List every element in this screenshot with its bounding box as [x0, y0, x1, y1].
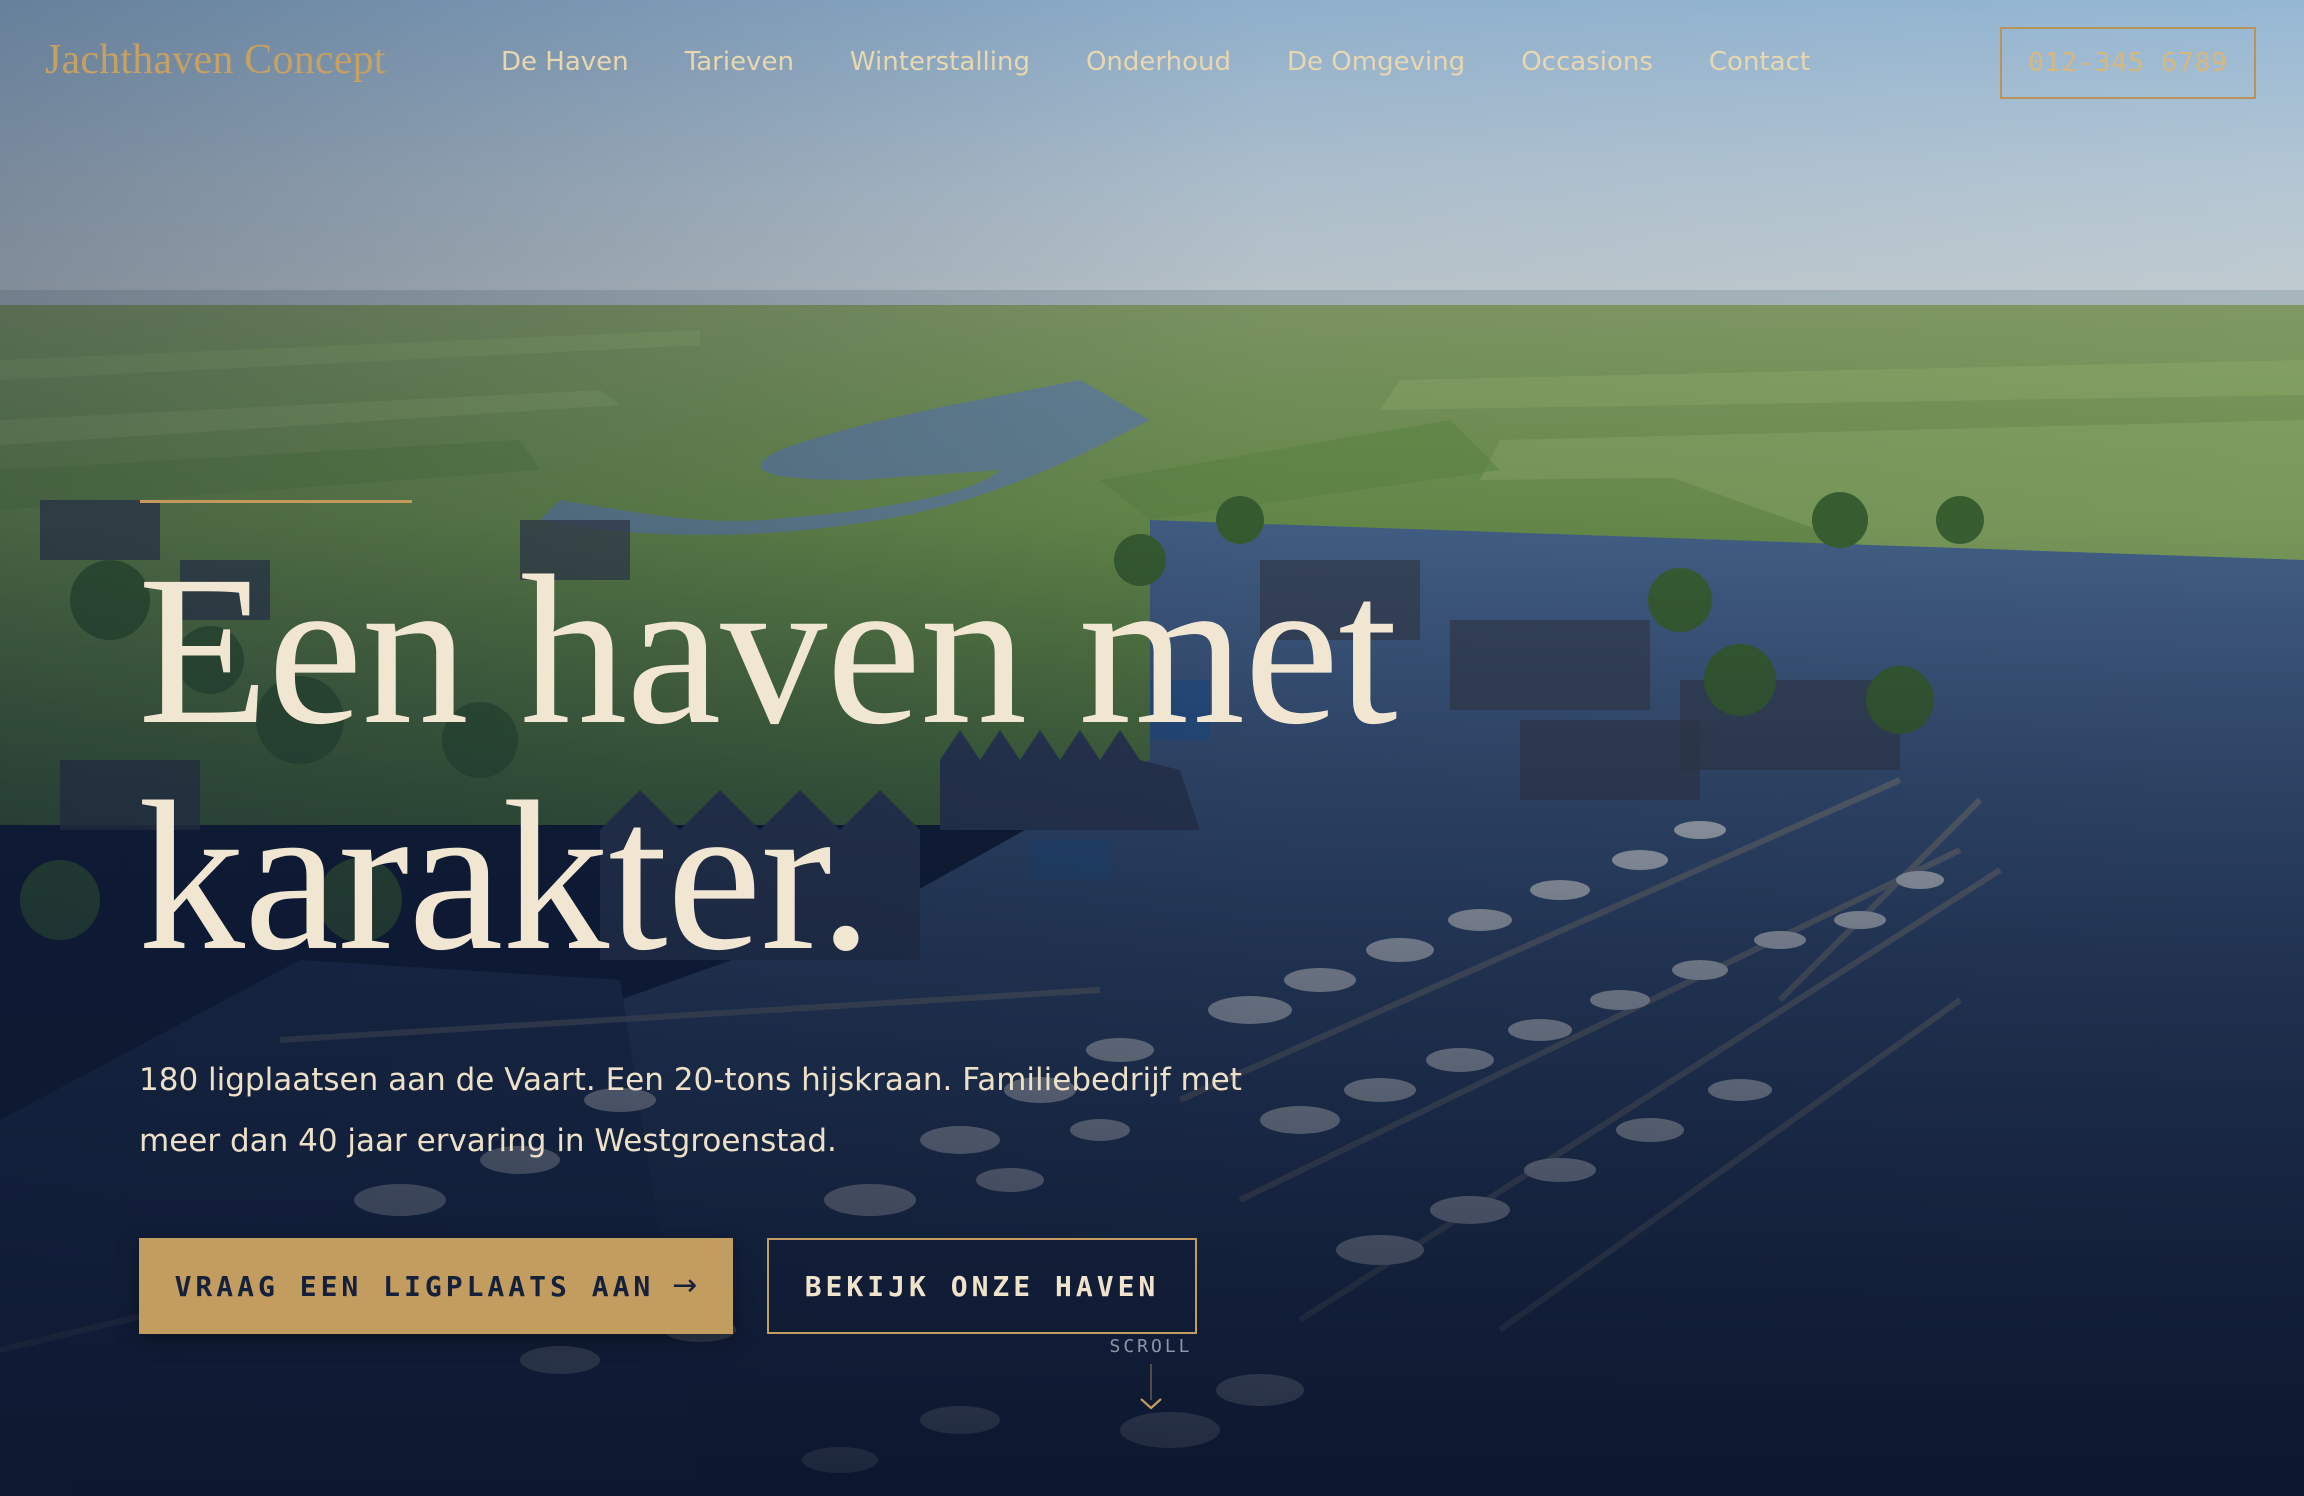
nav-item-occasions[interactable]: Occasions — [1521, 47, 1653, 77]
phone-button[interactable]: 012-345 6789 — [2000, 27, 2256, 99]
nav-item-de-omgeving[interactable]: De Omgeving — [1287, 47, 1465, 77]
nav-item-onderhoud[interactable]: Onderhoud — [1086, 47, 1231, 77]
request-berth-label: VRAAG EEN LIGPLAATS AAN — [174, 1269, 655, 1303]
nav-item-winterstalling[interactable]: Winterstalling — [850, 47, 1030, 77]
arrow-right-icon: → — [672, 1268, 698, 1303]
nav-item-tarieven[interactable]: Tarieven — [685, 47, 794, 77]
scroll-line — [1150, 1364, 1152, 1400]
nav-item-de-haven[interactable]: De Haven — [501, 47, 629, 77]
view-harbour-button[interactable]: BEKIJK ONZE HAVEN — [767, 1238, 1197, 1334]
hero-title-line-1: Een haven met — [138, 532, 1398, 769]
accent-line — [140, 500, 412, 503]
chevron-down-icon — [1140, 1398, 1162, 1410]
request-berth-button[interactable]: VRAAG EEN LIGPLAATS AAN → — [139, 1238, 733, 1334]
hero-section: Jachthaven Concept De Haven Tarieven Win… — [0, 0, 2304, 1496]
hero-subtitle: 180 ligplaatsen aan de Vaart. Een 20-ton… — [139, 1062, 1242, 1159]
hero-title: Een haven met karakter. — [138, 532, 1398, 995]
hero-title-line-2: karakter. — [138, 758, 873, 995]
scroll-label: SCROLL — [1109, 1336, 1193, 1357]
logo[interactable]: Jachthaven Concept — [45, 36, 386, 84]
scroll-indicator[interactable]: SCROLL — [1105, 1336, 1197, 1426]
view-harbour-label: BEKIJK ONZE HAVEN — [804, 1269, 1160, 1303]
site-header: Jachthaven Concept De Haven Tarieven Win… — [0, 0, 2304, 130]
main-nav: De Haven Tarieven Winterstalling Onderho… — [501, 42, 1810, 82]
nav-item-contact[interactable]: Contact — [1709, 47, 1810, 77]
